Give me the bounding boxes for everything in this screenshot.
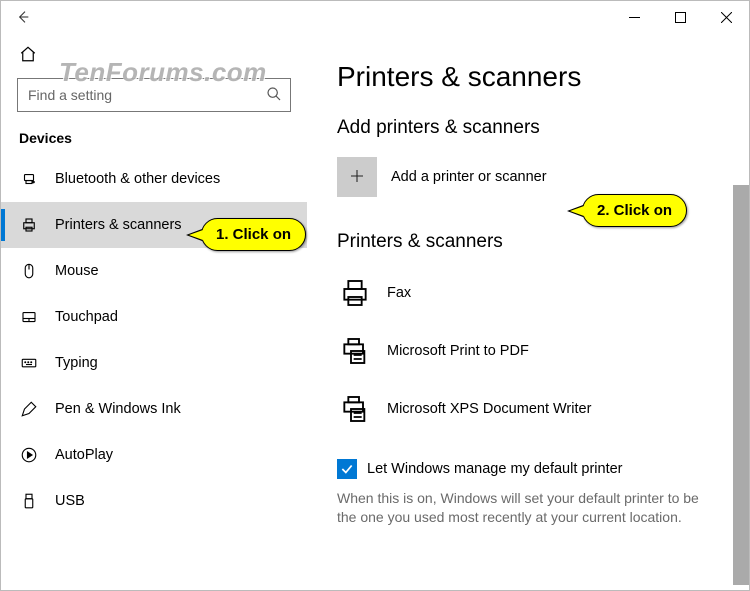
sidebar-item-mouse[interactable]: Mouse: [1, 248, 307, 294]
nav-list: Bluetooth & other devices Printers & sca…: [1, 156, 307, 524]
category-header: Devices: [1, 130, 307, 156]
sidebar-item-usb[interactable]: USB: [1, 478, 307, 524]
callout-1: 1. Click on: [201, 218, 306, 251]
minimize-button[interactable]: [611, 1, 657, 33]
sidebar-item-typing[interactable]: Typing: [1, 340, 307, 386]
bluetooth-icon: [19, 169, 39, 189]
search-placeholder: Find a setting: [28, 87, 266, 103]
nav-label: Pen & Windows Ink: [55, 401, 181, 417]
checkbox-checked[interactable]: [337, 459, 357, 479]
sidebar-item-autoplay[interactable]: AutoPlay: [1, 432, 307, 478]
sidebar: Find a setting Devices Bluetooth & other…: [1, 33, 307, 590]
add-printer-row[interactable]: Add a printer or scanner: [337, 157, 721, 197]
printers-section-title: Printers & scanners: [337, 231, 721, 253]
plus-icon: [348, 167, 366, 188]
nav-label: Typing: [55, 355, 98, 371]
nav-label: Printers & scanners: [55, 217, 182, 233]
printer-label: Fax: [387, 285, 411, 301]
nav-label: Touchpad: [55, 309, 118, 325]
window-controls: [611, 1, 749, 33]
back-button[interactable]: [9, 3, 37, 31]
nav-label: USB: [55, 493, 85, 509]
printer-label: Microsoft XPS Document Writer: [387, 401, 591, 417]
nav-label: AutoPlay: [55, 447, 113, 463]
checkbox-label: Let Windows manage my default printer: [367, 461, 623, 477]
search-icon: [266, 86, 282, 105]
nav-label: Mouse: [55, 263, 99, 279]
nav-label: Bluetooth & other devices: [55, 171, 220, 187]
touchpad-icon: [19, 307, 39, 327]
search-input[interactable]: Find a setting: [17, 78, 291, 112]
pen-icon: [19, 399, 39, 419]
content-area: Find a setting Devices Bluetooth & other…: [1, 33, 749, 590]
fax-icon: [337, 275, 373, 311]
mouse-icon: [19, 261, 39, 281]
close-button[interactable]: [703, 1, 749, 33]
main-panel: Printers & scanners Add printers & scann…: [307, 33, 749, 590]
printer-doc-icon: [337, 391, 373, 427]
maximize-button[interactable]: [657, 1, 703, 33]
default-printer-description: When this is on, Windows will set your d…: [337, 489, 717, 527]
add-label: Add a printer or scanner: [391, 169, 547, 185]
home-button[interactable]: [1, 39, 307, 78]
printer-item-xps[interactable]: Microsoft XPS Document Writer: [337, 387, 721, 431]
add-section-title: Add printers & scanners: [337, 117, 721, 139]
printer-icon: [19, 215, 39, 235]
add-button[interactable]: [337, 157, 377, 197]
scrollbar[interactable]: [733, 33, 749, 590]
settings-window: Find a setting Devices Bluetooth & other…: [0, 0, 750, 591]
titlebar: [1, 1, 749, 33]
printer-label: Microsoft Print to PDF: [387, 343, 529, 359]
sidebar-item-bluetooth[interactable]: Bluetooth & other devices: [1, 156, 307, 202]
printer-item-fax[interactable]: Fax: [337, 271, 721, 315]
printer-doc-icon: [337, 333, 373, 369]
usb-icon: [19, 491, 39, 511]
callout-2: 2. Click on: [582, 194, 687, 227]
printer-item-pdf[interactable]: Microsoft Print to PDF: [337, 329, 721, 373]
page-title: Printers & scanners: [337, 61, 721, 93]
typing-icon: [19, 353, 39, 373]
scrollbar-thumb[interactable]: [733, 185, 749, 585]
sidebar-item-touchpad[interactable]: Touchpad: [1, 294, 307, 340]
sidebar-item-pen[interactable]: Pen & Windows Ink: [1, 386, 307, 432]
default-printer-checkbox-row[interactable]: Let Windows manage my default printer: [337, 459, 721, 479]
printer-list: Fax Microsoft Print to PDF: [337, 271, 721, 431]
autoplay-icon: [19, 445, 39, 465]
